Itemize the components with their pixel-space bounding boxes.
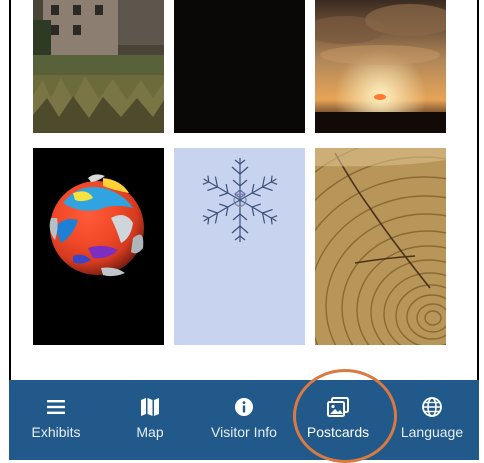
postcard-black[interactable] [174, 0, 305, 133]
nav-visitor-info-label: Visitor Info [211, 424, 277, 440]
nav-visitor-info[interactable]: Visitor Info [197, 380, 291, 460]
postcard-earth-globe[interactable] [33, 148, 164, 345]
nav-postcards[interactable]: Postcards [291, 380, 385, 460]
postcard-snowflake[interactable] [174, 148, 305, 345]
map-icon [139, 396, 161, 418]
nav-postcards-label: Postcards [306, 424, 370, 440]
globe-icon [421, 396, 443, 418]
postcard-grid [0, 0, 484, 380]
menu-icon [45, 396, 67, 418]
bottom-nav: Exhibits Map Visitor Info Postcards Lang… [9, 380, 479, 460]
postcard-building[interactable] [33, 0, 164, 133]
nav-exhibits-label: Exhibits [31, 424, 81, 440]
nav-map[interactable]: Map [103, 380, 197, 460]
nav-exhibits[interactable]: Exhibits [9, 380, 103, 460]
nav-language-label: Language [400, 424, 464, 440]
image-icon [327, 396, 349, 418]
postcard-tree-rings[interactable] [315, 148, 446, 345]
info-icon [233, 396, 255, 418]
nav-language[interactable]: Language [385, 380, 479, 460]
postcard-sunset[interactable] [315, 0, 446, 133]
nav-map-label: Map [136, 424, 164, 440]
